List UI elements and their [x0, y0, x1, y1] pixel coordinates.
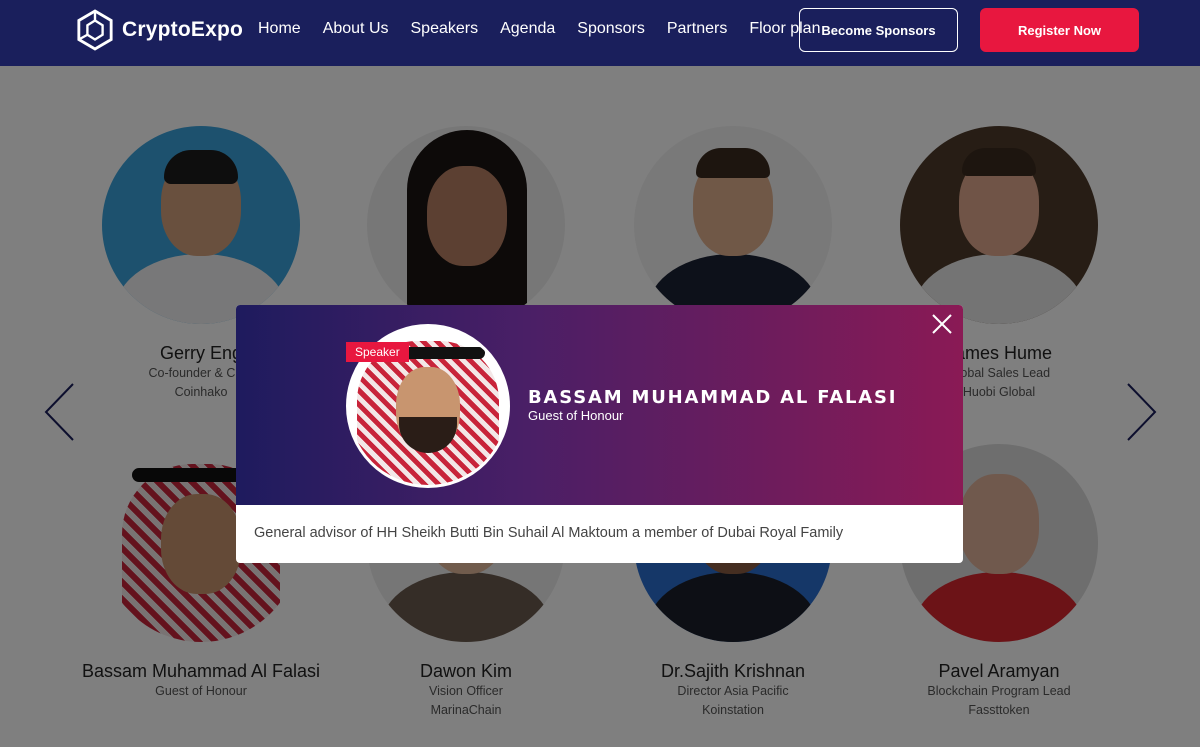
brand-name: CryptoExpo [122, 18, 244, 41]
nav-speakers[interactable]: Speakers [411, 20, 479, 38]
modal-header: Speaker BASSAM MUHAMMAD AL FALASI Guest … [236, 305, 963, 505]
become-sponsors-button[interactable]: Become Sponsors [799, 8, 958, 52]
top-nav: CryptoExpo Home About Us Speakers Agenda… [0, 0, 1200, 66]
speaker-badge: Speaker [346, 342, 409, 362]
register-now-button[interactable]: Register Now [980, 8, 1139, 52]
nav-agenda[interactable]: Agenda [500, 20, 555, 38]
nav-sponsors[interactable]: Sponsors [577, 20, 645, 38]
close-icon[interactable] [931, 313, 953, 335]
nav-about-us[interactable]: About Us [323, 20, 389, 38]
modal-speaker-bio: General advisor of HH Sheikh Butti Bin S… [254, 525, 844, 541]
nav-home[interactable]: Home [258, 20, 301, 38]
modal-speaker-title: Guest of Honour [528, 408, 624, 423]
modal-speaker-name: BASSAM MUHAMMAD AL FALASI [528, 387, 898, 408]
nav-partners[interactable]: Partners [667, 20, 727, 38]
brand-logo[interactable]: CryptoExpo [76, 9, 243, 51]
hexagon-logo-icon [77, 9, 113, 51]
speaker-modal: Speaker BASSAM MUHAMMAD AL FALASI Guest … [236, 305, 963, 563]
main-menu: Home About Us Speakers Agenda Sponsors P… [258, 20, 820, 38]
